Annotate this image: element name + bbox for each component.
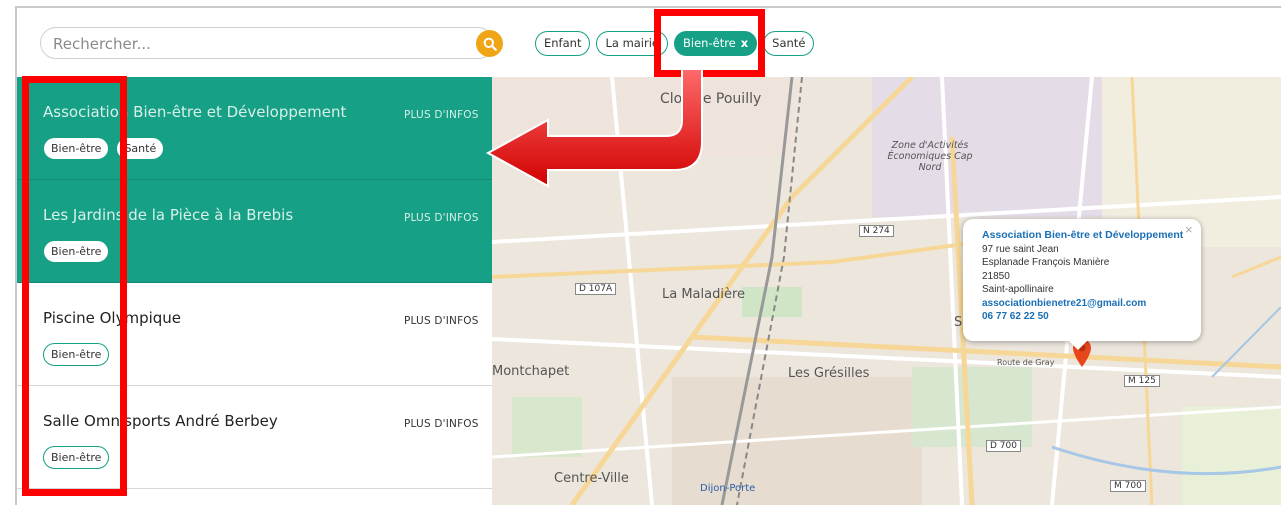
filter-chip-label: La mairie [605,36,660,50]
popup-phone-link[interactable]: 06 77 62 22 50 [982,310,1201,324]
filter-chip-enfant[interactable]: Enfant [535,31,591,56]
search-button[interactable] [476,30,503,57]
popup-address-line: 97 rue saint Jean [982,243,1059,255]
filter-chip-label: Santé [772,36,806,50]
road-badge: D 700 [986,440,1021,452]
more-info-link[interactable]: PLUS D'INFOS [404,418,479,430]
road-badge: N 274 [859,225,894,237]
search-icon [483,37,497,51]
filter-chip-sante[interactable]: Santé [763,31,815,56]
popup-address-line: Esplanade François Manière [982,257,1110,268]
more-info-link[interactable]: PLUS D'INFOS [404,315,479,327]
road-badge: M 700 [1110,480,1146,492]
map-label: Zone d'Activités Économiques Cap Nord [887,140,973,173]
map-label: Les Grésilles [788,366,870,381]
road-badge: D 107A [575,283,617,295]
map-label: Route de Gray [997,358,1055,367]
popup-email-link[interactable]: associationbienetre21@gmail.com [982,297,1201,311]
highlight-box-list [22,76,127,496]
search-input[interactable] [53,33,473,55]
search-bar [40,27,494,59]
map-label: La Maladière [662,287,746,302]
map-label: Montchapet [492,364,570,379]
more-info-link[interactable]: PLUS D'INFOS [404,109,479,121]
popup-postcode: 21850 [982,270,1010,282]
road-badge: M 125 [1124,375,1160,387]
map-popup: Association Bien-être et Développement 9… [963,219,1201,341]
map-label: Dijon-Porte [700,483,756,494]
filter-chip-label: Enfant [544,36,582,50]
popup-title: Association Bien-être et Développement [982,229,1184,241]
popup-tip [1068,340,1088,350]
map-label: Centre-Ville [554,471,629,486]
more-info-link[interactable]: PLUS D'INFOS [404,212,479,224]
annotation-arrow-icon [485,70,703,188]
popup-city: Saint-apollinaire [982,284,1054,295]
close-icon[interactable]: × [1185,222,1193,237]
highlight-box-filter [654,9,765,77]
